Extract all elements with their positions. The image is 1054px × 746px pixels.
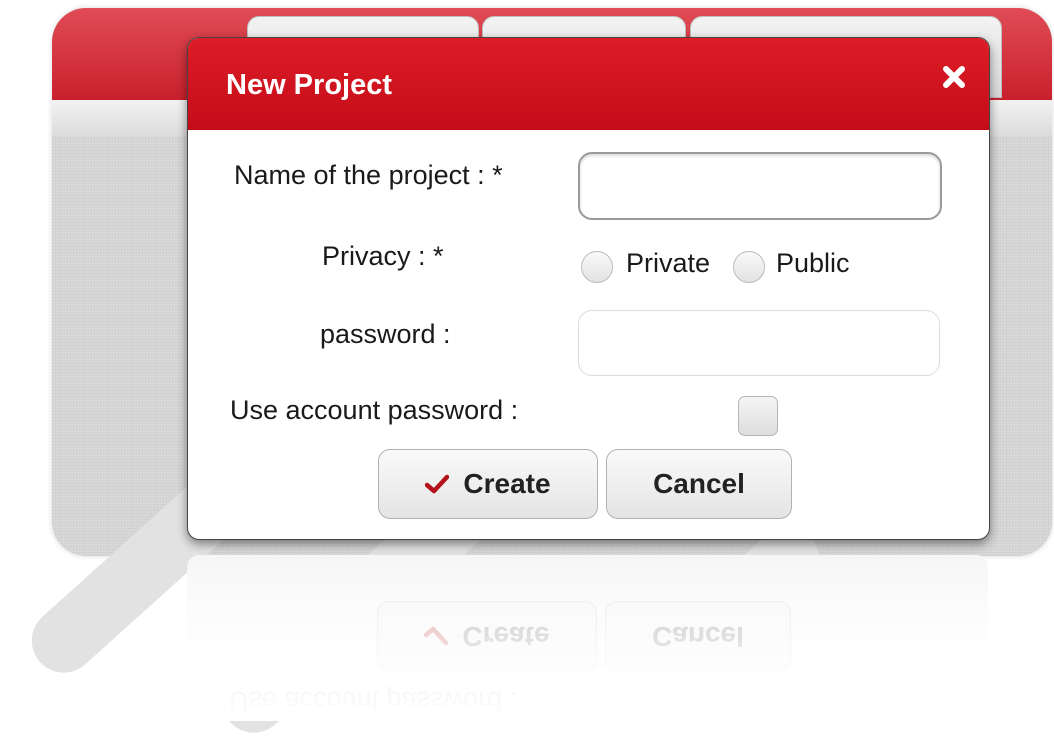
project-name-label: Name of the project : * — [234, 160, 503, 190]
privacy-public-radio[interactable] — [733, 251, 765, 283]
dialog-title: New Project — [226, 69, 392, 101]
new-project-dialog: New Project Name of the project : * Priv… — [187, 37, 990, 540]
privacy-private-label[interactable]: Private — [626, 248, 710, 279]
close-icon[interactable] — [941, 64, 967, 90]
privacy-private-radio[interactable] — [581, 251, 613, 283]
check-icon — [425, 474, 450, 494]
dialog-titlebar: New Project — [188, 38, 989, 130]
cancel-button[interactable]: Cancel — [606, 449, 792, 519]
privacy-label: Privacy : * — [322, 241, 444, 271]
cancel-button-label: Cancel — [653, 468, 745, 499]
reflection-fade — [187, 555, 988, 721]
project-name-input[interactable] — [578, 152, 942, 220]
create-button-label: Create — [463, 468, 551, 499]
password-input[interactable] — [578, 310, 940, 376]
password-label: password : — [320, 319, 451, 349]
use-account-password-label: Use account password : — [230, 395, 519, 425]
use-account-password-checkbox[interactable] — [738, 396, 778, 436]
dialog-reflection: Use account password : Create Cancel — [187, 555, 988, 721]
privacy-public-label[interactable]: Public — [776, 248, 850, 279]
create-button[interactable]: Create — [378, 449, 598, 519]
